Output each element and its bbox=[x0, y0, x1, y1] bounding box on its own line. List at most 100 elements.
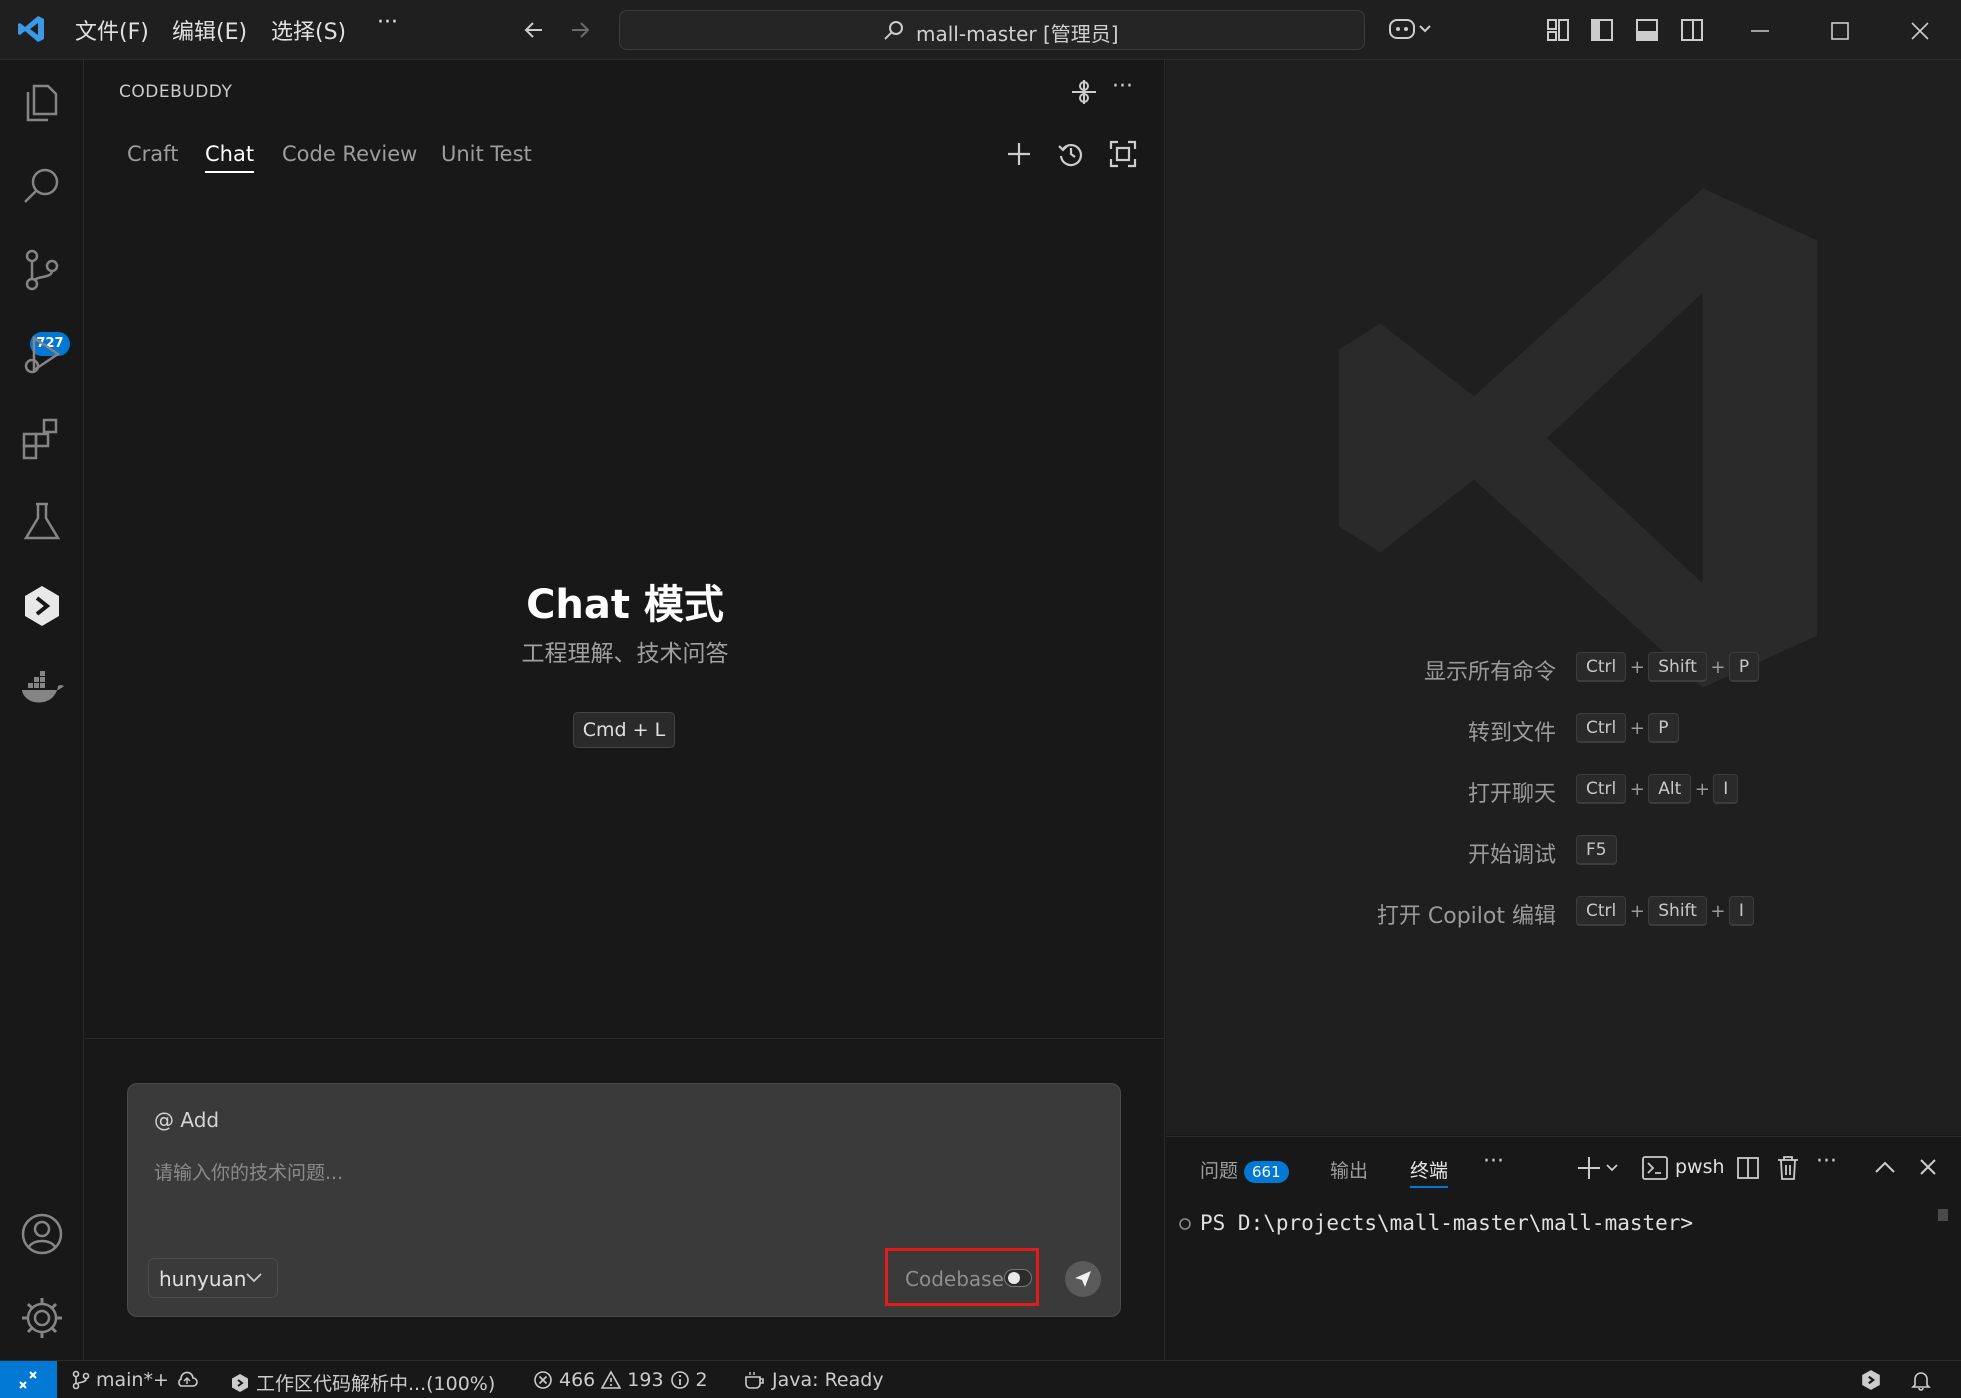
testing-icon[interactable] bbox=[18, 498, 66, 546]
shortcut-hint-label: 打开 Copilot 编辑 bbox=[1376, 904, 1556, 929]
status-bar: main*+ 工作区代码解析中...(100%) 466 193 2 Java:… bbox=[0, 1360, 1961, 1398]
toggle-primary-sidebar-icon[interactable] bbox=[1590, 18, 1614, 42]
new-terminal-icon[interactable] bbox=[1577, 1155, 1623, 1181]
java-status-text: Java: Ready bbox=[772, 1369, 884, 1391]
chat-mode-subtitle: 工程理解、技术问答 bbox=[521, 641, 729, 667]
terminal-scrollbar[interactable] bbox=[1938, 1209, 1948, 1221]
menu-edit[interactable]: 编辑(E) bbox=[172, 14, 247, 46]
branch-name: main*+ bbox=[96, 1369, 169, 1391]
back-arrow-icon[interactable] bbox=[522, 18, 546, 42]
tab-chat[interactable]: Chat bbox=[205, 142, 255, 173]
error-count: 466 bbox=[559, 1369, 596, 1391]
git-branch-icon bbox=[72, 1370, 90, 1390]
tab-output[interactable]: 输出 bbox=[1330, 1156, 1368, 1183]
problems-status[interactable]: 466 193 2 bbox=[533, 1369, 708, 1391]
settings-gear-icon[interactable] bbox=[18, 1294, 66, 1342]
terminal-more-button[interactable]: ··· bbox=[1816, 1149, 1837, 1174]
menu-file[interactable]: 文件(F) bbox=[75, 14, 149, 46]
account-icon[interactable] bbox=[18, 1210, 66, 1258]
indexing-text: 工作区代码解析中...(100%) bbox=[256, 1373, 496, 1395]
tab-code-review[interactable]: Code Review bbox=[282, 142, 417, 166]
close-icon[interactable] bbox=[1909, 20, 1931, 42]
key-plus: + bbox=[1694, 778, 1710, 800]
shortcut-hint-label: 开始调试 bbox=[1467, 843, 1556, 868]
model-name: hunyuan bbox=[159, 1267, 247, 1291]
codebuddy-panel: CODEBUDDY ··· Craft Chat Code Review Uni… bbox=[85, 60, 1165, 1360]
toggle-secondary-sidebar-icon[interactable] bbox=[1680, 18, 1704, 42]
maximize-panel-icon[interactable] bbox=[1874, 1159, 1896, 1175]
key-plus: + bbox=[1629, 656, 1645, 678]
key-cap: F5 bbox=[1576, 835, 1617, 865]
codebuddy-status-icon[interactable] bbox=[1860, 1369, 1882, 1391]
error-icon bbox=[534, 1371, 552, 1389]
java-status[interactable]: Java: Ready bbox=[744, 1369, 884, 1391]
customize-layout-icon[interactable] bbox=[1546, 18, 1570, 42]
fullscreen-icon[interactable] bbox=[1109, 140, 1137, 168]
warning-icon bbox=[601, 1370, 622, 1389]
terminal-icon bbox=[1642, 1156, 1668, 1180]
shortcut-keys: Ctrl + Shift + I bbox=[1576, 896, 1754, 926]
panel-more-button[interactable]: ··· bbox=[1112, 74, 1133, 99]
key-cap: P bbox=[1648, 713, 1679, 743]
menu-more[interactable]: ··· bbox=[377, 10, 398, 35]
codebuddy-icon[interactable] bbox=[18, 582, 66, 630]
minimize-icon[interactable] bbox=[1749, 20, 1771, 42]
terminal-prompt[interactable]: PS D:\projects\mall-master\mall-master> bbox=[1200, 1211, 1693, 1235]
key-cap: Shift bbox=[1648, 896, 1707, 926]
problems-label: 问题 bbox=[1200, 1160, 1239, 1182]
new-chat-plus-icon[interactable] bbox=[1005, 140, 1033, 168]
panel-divider bbox=[85, 1038, 1165, 1039]
close-panel-icon[interactable] bbox=[1918, 1157, 1938, 1177]
tab-unit-test[interactable]: Unit Test bbox=[441, 142, 532, 166]
editor-empty-area: 显示所有命令 Ctrl + Shift + P 转到文件 Ctrl + P 打开聊天 Ctrl + Alt… bbox=[1166, 60, 1961, 1135]
indexing-status[interactable]: 工作区代码解析中...(100%) bbox=[230, 1369, 495, 1396]
explorer-icon[interactable] bbox=[18, 78, 66, 126]
prompt-circle-icon bbox=[1179, 1218, 1191, 1230]
key-cap: Ctrl bbox=[1576, 713, 1627, 743]
shell-name[interactable]: pwsh bbox=[1675, 1156, 1725, 1178]
search-icon bbox=[884, 21, 903, 40]
trash-icon[interactable] bbox=[1776, 1155, 1800, 1181]
tab-craft[interactable]: Craft bbox=[127, 142, 178, 166]
panel-more-button[interactable]: ··· bbox=[1483, 1149, 1504, 1174]
run-debug-icon[interactable] bbox=[18, 330, 66, 378]
coffee-cup-icon bbox=[745, 1372, 764, 1389]
toggle-panel-icon[interactable] bbox=[1635, 18, 1659, 42]
shortcut-hint-row: 显示所有命令 Ctrl + Shift + P bbox=[1424, 652, 1936, 685]
search-icon[interactable] bbox=[18, 162, 66, 210]
activity-bar: 727 bbox=[0, 60, 84, 1360]
shortcut-keys: Ctrl + P bbox=[1576, 713, 1679, 743]
send-icon bbox=[1075, 1271, 1091, 1287]
send-button[interactable] bbox=[1065, 1261, 1101, 1297]
split-terminal-icon[interactable] bbox=[1736, 1156, 1760, 1180]
docker-icon[interactable] bbox=[18, 666, 66, 714]
maximize-icon[interactable] bbox=[1829, 20, 1851, 42]
add-context-button[interactable]: @ Add bbox=[154, 1108, 219, 1132]
codebuddy-icon bbox=[232, 1373, 248, 1392]
copilot-menu-icon[interactable] bbox=[1388, 16, 1432, 42]
remote-indicator[interactable] bbox=[0, 1361, 57, 1398]
key-plus: + bbox=[1629, 900, 1645, 922]
key-cap: I bbox=[1713, 774, 1739, 804]
shortcut-hint-row: 打开聊天 Ctrl + Alt + I bbox=[1468, 774, 1936, 807]
cloud-sync-icon[interactable] bbox=[175, 1370, 199, 1390]
shortcut-hint-row: 转到文件 Ctrl + P bbox=[1468, 713, 1936, 746]
panel-title: CODEBUDDY bbox=[119, 82, 233, 102]
menu-selection[interactable]: 选择(S) bbox=[271, 14, 346, 46]
vscode-watermark-icon bbox=[1338, 188, 1818, 688]
extensions-icon[interactable] bbox=[18, 414, 66, 462]
tab-problems[interactable]: 问题 661 bbox=[1200, 1156, 1289, 1183]
command-center[interactable]: mall-master [管理员] bbox=[619, 10, 1365, 50]
chat-input-field[interactable]: 请输入你的技术问题... bbox=[154, 1158, 343, 1185]
chevron-down-icon bbox=[246, 1273, 262, 1283]
model-selector[interactable]: hunyuan bbox=[148, 1258, 278, 1298]
key-plus: + bbox=[1629, 717, 1645, 739]
notifications-bell-icon[interactable] bbox=[1910, 1369, 1932, 1391]
source-control-icon[interactable] bbox=[18, 246, 66, 294]
codebuddy-plugin-icon[interactable] bbox=[1070, 78, 1098, 106]
branch-status[interactable]: main*+ bbox=[72, 1369, 199, 1391]
tab-terminal[interactable]: 终端 bbox=[1410, 1156, 1449, 1188]
history-icon[interactable] bbox=[1057, 140, 1085, 168]
vscode-logo-icon bbox=[18, 16, 44, 42]
forward-arrow-icon[interactable] bbox=[568, 18, 592, 42]
